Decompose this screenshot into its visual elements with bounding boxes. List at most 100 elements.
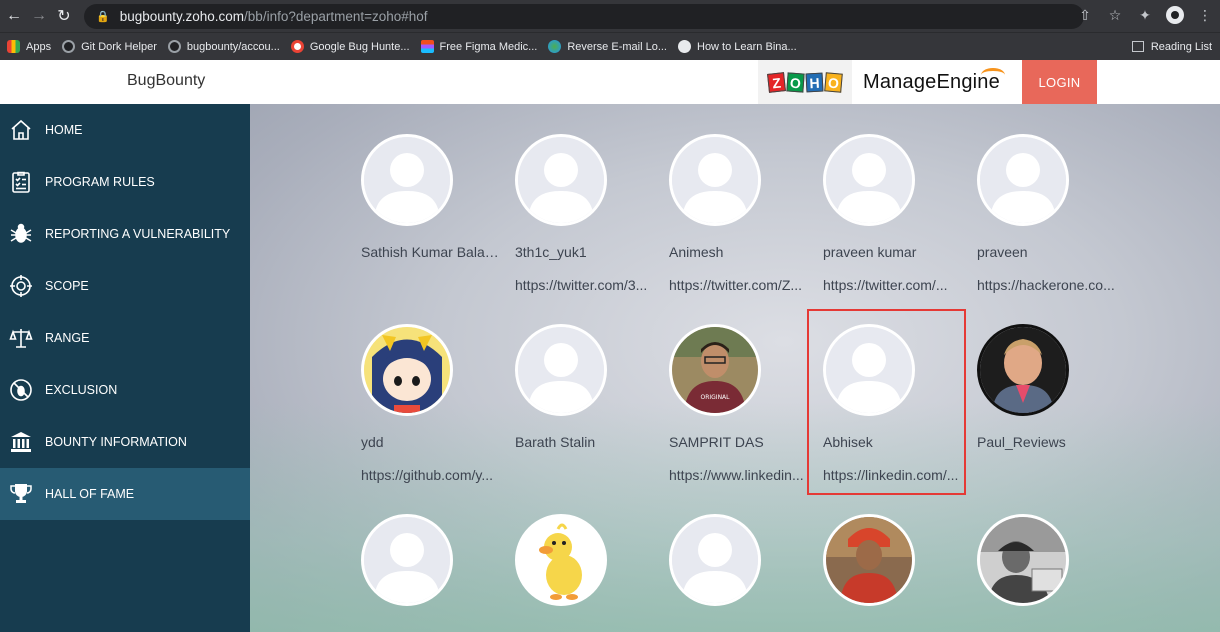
kebab-menu-icon[interactable]: ⋮ (1196, 7, 1214, 24)
browser-toolbar: ← → ↻ 🔒 bugbounty.zoho.com/bb/info?depar… (0, 0, 1220, 32)
hof-card[interactable]: ORIGINAL SAMPRIT DAS https://www.linkedi… (669, 324, 819, 483)
hof-card[interactable] (823, 514, 973, 606)
hof-card[interactable] (515, 514, 665, 606)
zoho-letter: O (786, 71, 805, 93)
bookmark-bugbounty-account[interactable]: bugbounty/accou... (167, 40, 280, 53)
exclusion-icon (8, 377, 34, 403)
hof-link[interactable]: https://www.linkedin... (669, 467, 809, 483)
sidebar-item-hall-of-fame[interactable]: HALL OF FAME (0, 468, 250, 520)
sidebar-item-label: PROGRAM RULES (45, 175, 155, 189)
photo-avatar-icon (977, 514, 1069, 606)
login-button[interactable]: LOGIN (1022, 60, 1097, 104)
zoho-letter: H (805, 72, 824, 92)
sidebar-item-reporting-a-vulnerability[interactable]: REPORTING A VULNERABILITY (0, 208, 250, 260)
hof-link[interactable]: https://hackerone.co... (977, 277, 1117, 293)
hof-name: Paul_Reviews (977, 434, 1066, 450)
hof-name: praveen kumar (823, 244, 917, 260)
default-avatar-icon (515, 324, 607, 416)
lock-icon: 🔒 (96, 11, 110, 23)
hof-name: ydd (361, 434, 384, 450)
github-icon (167, 40, 181, 53)
photo-avatar-icon (977, 324, 1069, 416)
hof-card[interactable]: 3th1c_yuk1 https://twitter.com/3... (515, 134, 665, 293)
hof-name: praveen (977, 244, 1028, 260)
bookmark-reverse-email[interactable]: Reverse E-mail Lo... (548, 40, 667, 53)
profile-avatar-icon[interactable] (1166, 6, 1184, 24)
bookmark-star-icon[interactable]: ☆ (1106, 7, 1124, 24)
sidebar-item-range[interactable]: RANGE (0, 312, 250, 364)
bookmark-google-bug-hunters[interactable]: Google Bug Hunte... (290, 40, 410, 53)
share-icon[interactable]: ⇧ (1076, 7, 1094, 24)
reload-icon[interactable]: ↻ (53, 5, 75, 27)
hof-card[interactable] (361, 514, 511, 606)
google-bug-hunters-icon (290, 40, 304, 53)
sidebar-item-label: REPORTING A VULNERABILITY (45, 227, 231, 241)
default-avatar-icon (977, 134, 1069, 226)
hof-card[interactable]: praveen kumar https://twitter.com/... (823, 134, 973, 293)
bookmark-label: Free Figma Medic... (439, 40, 538, 53)
manageengine-logo[interactable]: ManageEngine (863, 71, 1000, 94)
duck-avatar-icon (515, 514, 607, 606)
zoho-letter: Z (767, 71, 786, 93)
url-path: /bb/info?department=zoho#hof (244, 9, 428, 24)
bookmark-label: Apps (26, 40, 52, 53)
zoho-logo[interactable]: Z O H O (758, 60, 852, 107)
sidebar-item-bounty-information[interactable]: BOUNTY INFORMATION (0, 416, 250, 468)
bookmark-apps[interactable]: Apps (7, 40, 51, 53)
bookmark-learn-binary[interactable]: How to Learn Bina... (678, 40, 797, 53)
sidebar-item-label: BOUNTY INFORMATION (45, 435, 187, 449)
address-bar[interactable]: 🔒 bugbounty.zoho.com/bb/info?department=… (84, 4, 1084, 29)
hof-card[interactable] (977, 514, 1127, 606)
globe-icon (548, 40, 562, 53)
scale-icon (8, 325, 34, 351)
hof-card[interactable]: praveen https://hackerone.co... (977, 134, 1127, 293)
bookmark-git-dork-helper[interactable]: Git Dork Helper (62, 40, 157, 53)
hof-card[interactable] (669, 514, 819, 606)
hof-card[interactable]: ydd https://github.com/y... (361, 324, 511, 483)
zoho-letter: O (824, 71, 843, 93)
hof-name: Barath Stalin (515, 434, 596, 450)
extensions-puzzle-icon[interactable]: ✦ (1136, 7, 1154, 24)
reading-list-button[interactable]: Reading List (1131, 40, 1212, 53)
bank-icon (8, 429, 34, 455)
reading-list-label: Reading List (1150, 40, 1212, 53)
svg-text:ORIGINAL: ORIGINAL (700, 394, 730, 401)
sidebar-item-exclusion[interactable]: EXCLUSION (0, 364, 250, 416)
default-avatar-icon (823, 134, 915, 226)
anime-avatar-icon (361, 324, 453, 416)
bookmark-label: bugbounty/accou... (186, 40, 280, 53)
back-arrow-icon[interactable]: ← (3, 5, 25, 27)
hof-card[interactable]: Animesh https://twitter.com/Z... (669, 134, 819, 293)
site-header: BugBounty Z O H O ManageEngine LOGIN (0, 60, 1220, 107)
sidebar-item-label: HOME (45, 123, 83, 137)
hof-link[interactable]: https://twitter.com/3... (515, 277, 655, 293)
default-avatar-icon (361, 514, 453, 606)
bookmark-label: How to Learn Bina... (697, 40, 797, 53)
scope-target-icon (8, 273, 34, 299)
sidebar-item-home[interactable]: HOME (0, 104, 250, 156)
forward-arrow-icon[interactable]: → (28, 5, 50, 27)
hof-card[interactable]: Paul_Reviews (977, 324, 1127, 450)
photo-avatar-icon: ORIGINAL (669, 324, 761, 416)
hof-name: Animesh (669, 244, 724, 260)
default-avatar-icon (669, 134, 761, 226)
hof-link[interactable]: https://github.com/y... (361, 467, 501, 483)
bookmark-label: Reverse E-mail Lo... (567, 40, 667, 53)
sidebar-item-program-rules[interactable]: PROGRAM RULES (0, 156, 250, 208)
sidebar-item-scope[interactable]: SCOPE (0, 260, 250, 312)
default-avatar-icon (669, 514, 761, 606)
bookmark-label: Git Dork Helper (81, 40, 157, 53)
reading-list-icon (1131, 41, 1144, 52)
hof-card[interactable]: Sathish Kumar Balak... (361, 134, 511, 260)
hof-link[interactable]: https://twitter.com/... (823, 277, 963, 293)
trophy-icon (8, 481, 34, 507)
hof-name: Sathish Kumar Balak... (361, 244, 501, 260)
hof-link[interactable]: https://twitter.com/Z... (669, 277, 809, 293)
hof-card[interactable]: Barath Stalin (515, 324, 665, 450)
photo-avatar-icon (823, 514, 915, 606)
apps-grid-icon (7, 40, 20, 53)
default-avatar-icon (361, 134, 453, 226)
hof-name: SAMPRIT DAS (669, 434, 764, 450)
bookmark-free-figma[interactable]: Free Figma Medic... (420, 40, 538, 53)
site-title[interactable]: BugBounty (127, 72, 205, 90)
